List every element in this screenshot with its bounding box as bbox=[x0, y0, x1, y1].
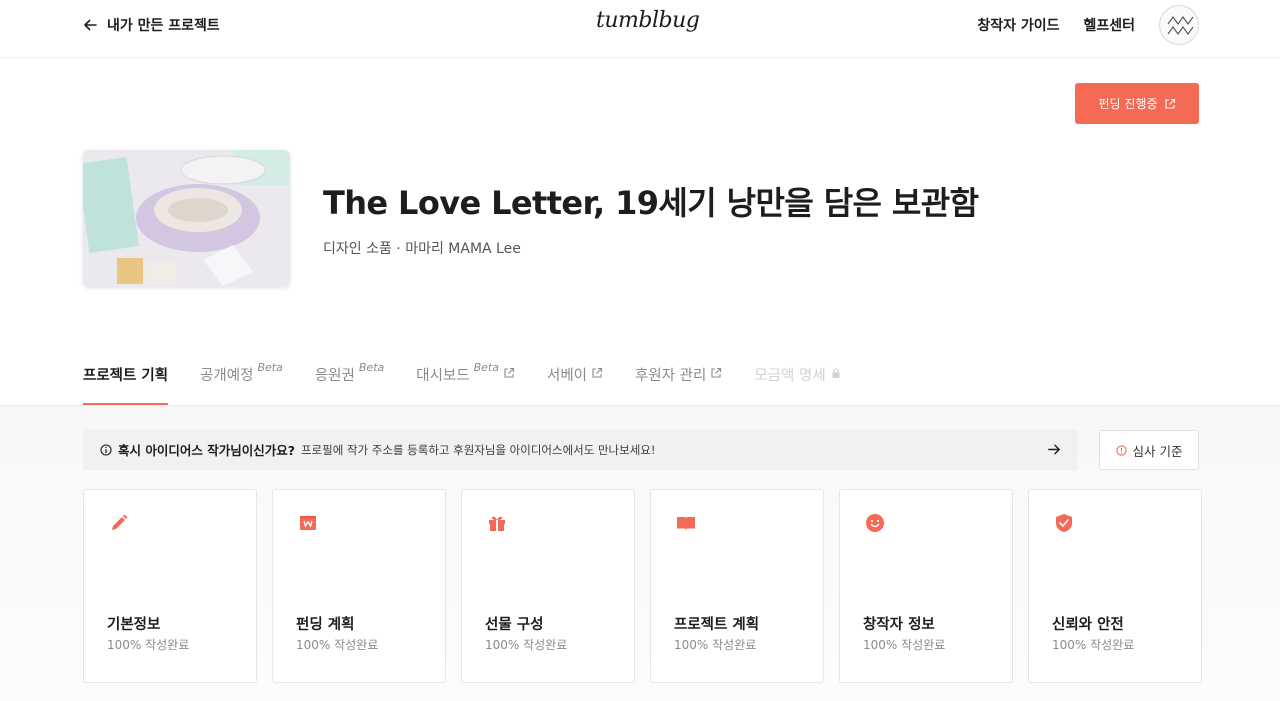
project-thumbnail-image bbox=[83, 150, 290, 287]
card-title: 프로젝트 계획 bbox=[674, 617, 760, 633]
lock-icon bbox=[832, 368, 840, 378]
smile-icon bbox=[866, 514, 884, 532]
planning-section-cards: 기본정보 100% 작성완료 펀딩 계획 100% 작성완료 선물 구성 100… bbox=[83, 489, 1202, 683]
book-icon bbox=[677, 517, 695, 530]
tab-label: 후원자 관리 bbox=[635, 368, 707, 384]
card-trust-and-safety[interactable]: 신뢰와 안전 100% 작성완료 bbox=[1028, 489, 1202, 683]
card-title: 펀딩 계획 bbox=[296, 617, 355, 633]
card-project-plan[interactable]: 프로젝트 계획 100% 작성완료 bbox=[650, 489, 824, 683]
card-title: 선물 구성 bbox=[485, 617, 544, 633]
tab-backer-management[interactable]: 후원자 관리 bbox=[635, 352, 722, 405]
card-basic-info[interactable]: 기본정보 100% 작성완료 bbox=[83, 489, 257, 683]
beta-badge: Beta bbox=[257, 361, 283, 374]
external-link-icon bbox=[504, 367, 515, 378]
alert-circle-icon bbox=[1115, 444, 1127, 456]
avatar-mama-logo bbox=[1167, 16, 1194, 35]
tumblbug-logo[interactable]: tumblbug bbox=[596, 8, 700, 33]
shield-check-icon bbox=[1056, 514, 1072, 532]
tab-label: 대시보드 bbox=[416, 368, 470, 384]
tab-label: 프로젝트 기획 bbox=[83, 368, 169, 384]
card-status: 100% 작성완료 bbox=[107, 638, 190, 652]
tab-label: 공개예정 bbox=[200, 368, 254, 384]
back-link-label: 내가 만든 프로젝트 bbox=[107, 18, 220, 34]
funding-button-label: 펀딩 진행중 bbox=[1098, 97, 1158, 111]
header-nav: 창작자 가이드 헬프센터 bbox=[977, 14, 1135, 36]
arrow-right-icon bbox=[1048, 444, 1060, 455]
card-status: 100% 작성완료 bbox=[1052, 638, 1135, 652]
project-category-and-creator: 디자인 소품 · 마마리 MAMA Lee bbox=[323, 241, 521, 257]
notice-text: 프로필에 작가 주소를 등록하고 후원자님을 아이디어스에서도 만나보세요! bbox=[300, 442, 656, 457]
tab-project-planning[interactable]: 프로젝트 기획 bbox=[83, 352, 169, 405]
arrow-left-icon bbox=[84, 19, 97, 31]
card-status: 100% 작성완료 bbox=[485, 638, 568, 652]
top-navigation-bar: 내가 만든 프로젝트 tumblbug 창작자 가이드 헬프센터 bbox=[0, 0, 1280, 58]
help-center-link[interactable]: 헬프센터 bbox=[1083, 15, 1135, 35]
wallet-icon bbox=[300, 516, 316, 530]
card-status: 100% 작성완료 bbox=[674, 638, 757, 652]
tab-dashboard[interactable]: 대시보드 Beta bbox=[416, 352, 515, 405]
card-status: 100% 작성완료 bbox=[296, 638, 379, 652]
review-criteria-button[interactable]: 심사 기준 bbox=[1099, 430, 1199, 470]
card-title: 창작자 정보 bbox=[863, 617, 935, 633]
beta-badge: Beta bbox=[473, 361, 499, 374]
card-status: 100% 작성완료 bbox=[863, 638, 946, 652]
tab-cheer-ticket[interactable]: 응원권 Beta bbox=[315, 352, 384, 405]
project-thumbnail bbox=[83, 150, 290, 287]
creator-guide-link[interactable]: 창작자 가이드 bbox=[977, 15, 1059, 35]
tab-survey[interactable]: 서베이 bbox=[547, 352, 603, 405]
project-title: The Love Letter, 19세기 낭만을 담은 보관함 bbox=[323, 184, 979, 222]
external-link-icon bbox=[592, 367, 603, 378]
beta-badge: Beta bbox=[358, 361, 385, 374]
card-creator-info[interactable]: 창작자 정보 100% 작성완료 bbox=[839, 489, 1013, 683]
project-management-tabs: 프로젝트 기획 공개예정 Beta 응원권 Beta 대시보드 Beta 서베이… bbox=[83, 352, 874, 405]
tab-funds-statement: 모금액 명세 bbox=[754, 352, 841, 405]
tab-label: 서베이 bbox=[547, 368, 588, 384]
tab-upcoming[interactable]: 공개예정 Beta bbox=[200, 352, 283, 405]
card-title: 신뢰와 안전 bbox=[1052, 617, 1124, 633]
notice-heading: 혹시 아이디어스 작가님이신가요? bbox=[118, 443, 295, 458]
back-to-my-projects-link[interactable]: 내가 만든 프로젝트 bbox=[82, 14, 220, 36]
external-link-icon bbox=[711, 367, 722, 378]
external-link-icon bbox=[1164, 98, 1175, 109]
avatar[interactable] bbox=[1159, 5, 1199, 45]
tab-label: 응원권 bbox=[314, 368, 355, 384]
tab-label: 모금액 명세 bbox=[754, 368, 826, 384]
card-title: 기본정보 bbox=[107, 617, 161, 633]
card-reward-composition[interactable]: 선물 구성 100% 작성완료 bbox=[461, 489, 635, 683]
info-icon bbox=[100, 443, 112, 456]
pencil-icon bbox=[112, 514, 128, 530]
gift-icon bbox=[489, 516, 505, 531]
review-criteria-label: 심사 기준 bbox=[1132, 443, 1183, 459]
funding-in-progress-button[interactable]: 펀딩 진행중 bbox=[1075, 83, 1199, 124]
card-funding-plan[interactable]: 펀딩 계획 100% 작성완료 bbox=[272, 489, 446, 683]
idus-artist-notice-banner[interactable]: 혹시 아이디어스 작가님이신가요? 프로필에 작가 주소를 등록하고 후원자님을… bbox=[83, 429, 1078, 470]
